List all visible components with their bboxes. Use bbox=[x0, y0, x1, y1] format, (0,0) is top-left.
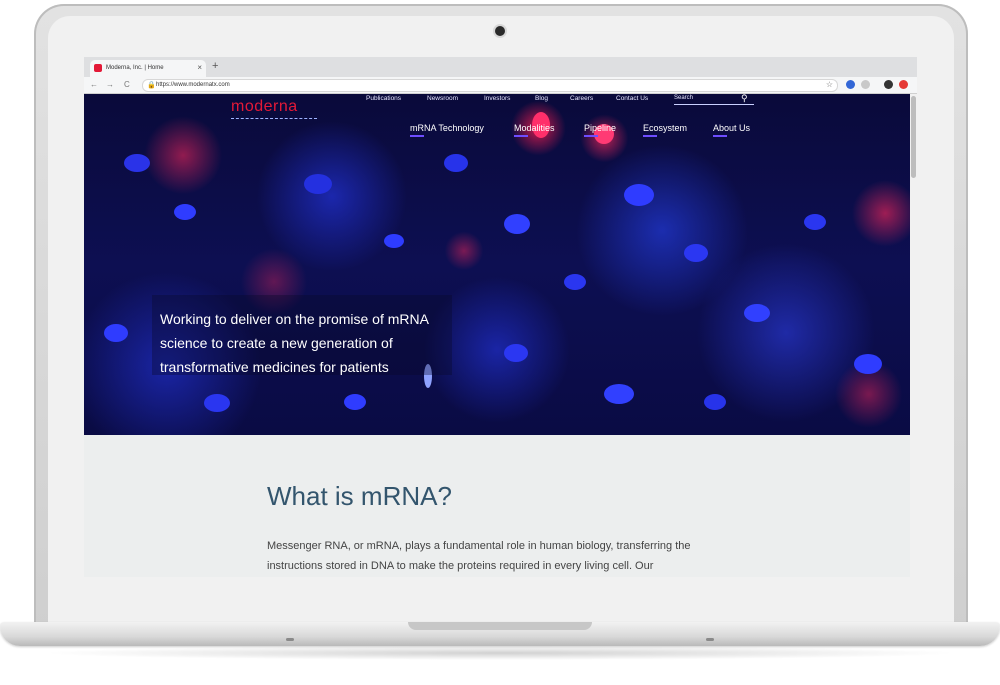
nav-investors[interactable]: Investors bbox=[484, 95, 510, 102]
content-section: What is mRNA? Messenger RNA, or mRNA, pl… bbox=[84, 435, 910, 577]
nav-mrna-technology[interactable]: mRNA Technology bbox=[410, 123, 484, 137]
laptop-shadow bbox=[40, 646, 960, 660]
scrollbar-thumb[interactable] bbox=[911, 96, 916, 178]
nav-pipeline[interactable]: Pipeline bbox=[584, 123, 616, 137]
nav-underline bbox=[643, 135, 657, 137]
laptop-screen: Moderna, Inc. | Home × + ← → C 🔒 https:/… bbox=[84, 57, 917, 577]
nav-blog[interactable]: Blog bbox=[535, 95, 548, 102]
new-tab-button[interactable]: + bbox=[212, 60, 218, 72]
nav-pipeline-label: Pipeline bbox=[584, 123, 617, 133]
tab-title: Moderna, Inc. | Home bbox=[106, 65, 164, 71]
extension-icon[interactable] bbox=[861, 80, 870, 89]
nav-about-us-label: About Us bbox=[713, 123, 751, 133]
forward-button[interactable]: → bbox=[106, 80, 114, 89]
address-bar[interactable]: 🔒 https://www.modernatx.com ☆ bbox=[142, 79, 838, 92]
nav-newsroom[interactable]: Newsroom bbox=[427, 95, 458, 102]
cell-decoration bbox=[504, 344, 528, 362]
cell-decoration bbox=[504, 214, 530, 234]
browser-tab[interactable]: Moderna, Inc. | Home × bbox=[90, 60, 206, 77]
search-input[interactable]: Search bbox=[674, 95, 693, 101]
cell-decoration bbox=[684, 244, 708, 262]
nav-underline bbox=[713, 135, 727, 137]
laptop-foot bbox=[286, 638, 294, 641]
cell-decoration bbox=[384, 234, 404, 248]
nav-publications[interactable]: Publications bbox=[366, 95, 401, 102]
browser-toolbar: ← → C 🔒 https://www.modernatx.com ☆ bbox=[84, 77, 917, 94]
nav-ecosystem[interactable]: Ecosystem bbox=[643, 123, 687, 137]
cell-decoration bbox=[174, 204, 196, 220]
cell-decoration bbox=[624, 184, 654, 206]
extension-icon[interactable] bbox=[884, 80, 893, 89]
cell-decoration bbox=[804, 214, 826, 230]
nav-modalities-label: Modalities bbox=[514, 123, 555, 133]
nav-about-us[interactable]: About Us bbox=[713, 123, 750, 137]
cell-decoration bbox=[304, 174, 332, 194]
laptop-foot bbox=[706, 638, 714, 641]
search-underline bbox=[674, 104, 754, 105]
cell-decoration bbox=[704, 394, 726, 410]
bookmark-star-icon[interactable]: ☆ bbox=[826, 80, 833, 89]
nav-modalities[interactable]: Modalities bbox=[514, 123, 555, 137]
extension-icon[interactable] bbox=[846, 80, 855, 89]
lock-icon: 🔒 bbox=[147, 82, 156, 89]
logo-underline bbox=[231, 118, 317, 119]
cell-decoration bbox=[344, 394, 366, 410]
cell-decoration bbox=[564, 274, 586, 290]
cell-decoration bbox=[744, 304, 770, 322]
nav-contact-us[interactable]: Contact Us bbox=[616, 95, 648, 102]
nav-underline bbox=[410, 135, 424, 137]
search-icon[interactable]: ⚲ bbox=[741, 94, 748, 104]
nav-underline bbox=[584, 135, 598, 137]
cell-decoration bbox=[204, 394, 230, 412]
reload-button[interactable]: C bbox=[124, 80, 130, 89]
cell-decoration bbox=[854, 354, 882, 374]
moderna-logo[interactable]: moderna bbox=[231, 98, 298, 116]
moderna-favicon-icon bbox=[94, 64, 102, 72]
cell-decoration bbox=[604, 384, 634, 404]
nav-careers[interactable]: Careers bbox=[570, 95, 593, 102]
nav-underline bbox=[514, 135, 528, 137]
section-body: Messenger RNA, or mRNA, plays a fundamen… bbox=[267, 540, 691, 572]
hero-banner: moderna Publications Newsroom Investors … bbox=[84, 94, 910, 435]
cell-decoration bbox=[444, 154, 468, 172]
url-text: https://www.modernatx.com bbox=[156, 82, 230, 88]
browser-tab-bar: Moderna, Inc. | Home × + bbox=[84, 57, 917, 77]
laptop-opening-notch bbox=[408, 622, 592, 630]
webcam bbox=[495, 26, 505, 36]
back-button[interactable]: ← bbox=[90, 80, 98, 89]
nav-ecosystem-label: Ecosystem bbox=[643, 123, 688, 133]
nav-mrna-technology-label: mRNA Technology bbox=[410, 123, 484, 133]
close-tab-icon[interactable]: × bbox=[197, 63, 202, 72]
cell-decoration bbox=[124, 154, 150, 172]
hero-tagline: Working to deliver on the promise of mRN… bbox=[160, 311, 429, 375]
page-scrollbar[interactable] bbox=[910, 94, 917, 577]
section-heading: What is mRNA? bbox=[267, 481, 452, 511]
extension-icon[interactable] bbox=[899, 80, 908, 89]
cell-decoration bbox=[104, 324, 128, 342]
